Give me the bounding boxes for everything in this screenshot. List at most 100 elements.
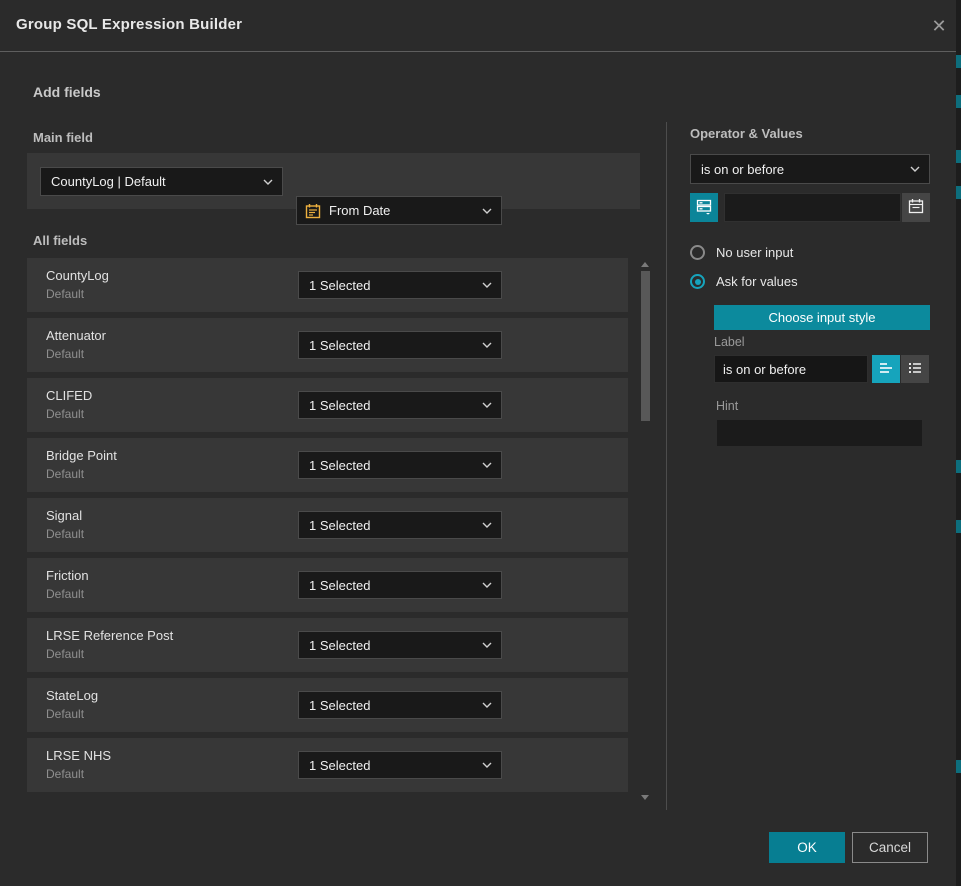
field-row: CountyLog Default 1 Selected (27, 258, 628, 312)
field-selected-value: 1 Selected (309, 278, 370, 293)
close-icon[interactable]: ✕ (926, 13, 952, 39)
chevron-down-icon (482, 582, 492, 588)
field-selected-value: 1 Selected (309, 698, 370, 713)
value-date-input[interactable] (724, 193, 901, 222)
scrollbar-down-arrow[interactable] (641, 795, 649, 800)
field-row-sublabel: Default (46, 767, 84, 781)
edge-accent (956, 186, 961, 199)
column-divider (666, 122, 667, 810)
chevron-down-icon (482, 762, 492, 768)
chevron-down-icon (263, 179, 273, 185)
chevron-down-icon (482, 462, 492, 468)
scrollbar-up-arrow[interactable] (641, 262, 649, 267)
field-selected-dropdown[interactable]: 1 Selected (298, 451, 502, 479)
field-row: LRSE NHS Default 1 Selected (27, 738, 628, 792)
field-row: StateLog Default 1 Selected (27, 678, 628, 732)
main-layer-dropdown[interactable]: CountyLog | Default (40, 167, 283, 196)
radio-no-user-input[interactable]: No user input (690, 245, 793, 260)
all-fields-label: All fields (33, 233, 87, 248)
main-layer-dropdown-value: CountyLog | Default (51, 174, 166, 189)
edge-accent (956, 150, 961, 163)
chevron-down-icon (910, 166, 920, 172)
field-selected-value: 1 Selected (309, 398, 370, 413)
ok-button[interactable]: OK (769, 832, 845, 863)
dialog-title: Group SQL Expression Builder (16, 16, 242, 33)
field-row-name: Attenuator (46, 328, 106, 343)
field-row-sublabel: Default (46, 647, 84, 661)
chevron-down-icon (482, 522, 492, 528)
field-row-name: Signal (46, 508, 82, 523)
edge-accent (956, 760, 961, 773)
field-row-sublabel: Default (46, 707, 84, 721)
field-selected-dropdown[interactable]: 1 Selected (298, 271, 502, 299)
hint-input[interactable] (716, 419, 923, 447)
field-row: CLIFED Default 1 Selected (27, 378, 628, 432)
value-input-type-button[interactable] (690, 193, 718, 222)
field-selected-value: 1 Selected (309, 458, 370, 473)
field-row-sublabel: Default (46, 287, 84, 301)
field-row-sublabel: Default (46, 407, 84, 421)
main-field-label: Main field (33, 130, 93, 145)
choose-input-style-button[interactable]: Choose input style (714, 305, 930, 330)
calendar-icon (305, 203, 321, 219)
field-selected-value: 1 Selected (309, 578, 370, 593)
field-row-name: LRSE NHS (46, 748, 111, 763)
add-fields-heading: Add fields (33, 84, 101, 100)
edge-accent (956, 520, 961, 533)
edge-accent (956, 55, 961, 68)
field-row-sublabel: Default (46, 347, 84, 361)
field-selected-dropdown[interactable]: 1 Selected (298, 331, 502, 359)
field-selected-dropdown[interactable]: 1 Selected (298, 571, 502, 599)
field-row-name: Bridge Point (46, 448, 117, 463)
dialog-titlebar: Group SQL Expression Builder ✕ (0, 0, 956, 52)
field-row-name: StateLog (46, 688, 98, 703)
radio-ask-for-values[interactable]: Ask for values (690, 274, 798, 289)
hint-caption: Hint (716, 399, 738, 413)
operator-values-heading: Operator & Values (690, 126, 803, 141)
date-picker-button[interactable] (902, 193, 930, 222)
chevron-down-icon (482, 402, 492, 408)
list-icon (907, 361, 923, 378)
field-selected-value: 1 Selected (309, 638, 370, 653)
field-row-sublabel: Default (46, 587, 84, 601)
main-field-band: CountyLog | Default From Date (27, 153, 640, 209)
radio-no-user-input-label: No user input (716, 245, 793, 260)
label-caption: Label (714, 335, 745, 349)
field-selected-dropdown[interactable]: 1 Selected (298, 751, 502, 779)
field-row: LRSE Reference Post Default 1 Selected (27, 618, 628, 672)
field-selected-dropdown[interactable]: 1 Selected (298, 511, 502, 539)
label-input[interactable] (714, 355, 868, 383)
input-style-list-toggle[interactable] (901, 355, 929, 383)
field-selected-value: 1 Selected (309, 338, 370, 353)
chevron-down-icon (482, 342, 492, 348)
chevron-down-icon (482, 208, 492, 214)
chevron-down-icon (482, 282, 492, 288)
scrollbar-thumb[interactable] (641, 271, 650, 421)
main-date-field-dropdown[interactable]: From Date (296, 196, 502, 225)
main-date-field-value: From Date (329, 203, 390, 218)
edge-accent (956, 460, 961, 473)
field-selected-dropdown[interactable]: 1 Selected (298, 631, 502, 659)
background-app-edge (956, 0, 961, 886)
radio-circle-icon (690, 245, 705, 260)
edge-accent (956, 95, 961, 108)
all-fields-list: CountyLog Default 1 Selected Attenuator … (27, 258, 628, 798)
field-row-name: LRSE Reference Post (46, 628, 173, 643)
input-style-single-toggle[interactable] (872, 355, 900, 383)
field-selected-value: 1 Selected (309, 758, 370, 773)
field-selected-dropdown[interactable]: 1 Selected (298, 691, 502, 719)
cancel-button[interactable]: Cancel (852, 832, 928, 863)
field-row: Signal Default 1 Selected (27, 498, 628, 552)
stacked-values-icon (695, 197, 713, 218)
field-row: Bridge Point Default 1 Selected (27, 438, 628, 492)
field-row-sublabel: Default (46, 527, 84, 541)
field-selected-dropdown[interactable]: 1 Selected (298, 391, 502, 419)
field-row-name: CountyLog (46, 268, 109, 283)
operator-dropdown[interactable]: is on or before (690, 154, 930, 184)
radio-ask-for-values-label: Ask for values (716, 274, 798, 289)
radio-circle-selected-icon (690, 274, 705, 289)
field-row-sublabel: Default (46, 467, 84, 481)
field-row-name: Friction (46, 568, 89, 583)
chevron-down-icon (482, 642, 492, 648)
chevron-down-icon (482, 702, 492, 708)
